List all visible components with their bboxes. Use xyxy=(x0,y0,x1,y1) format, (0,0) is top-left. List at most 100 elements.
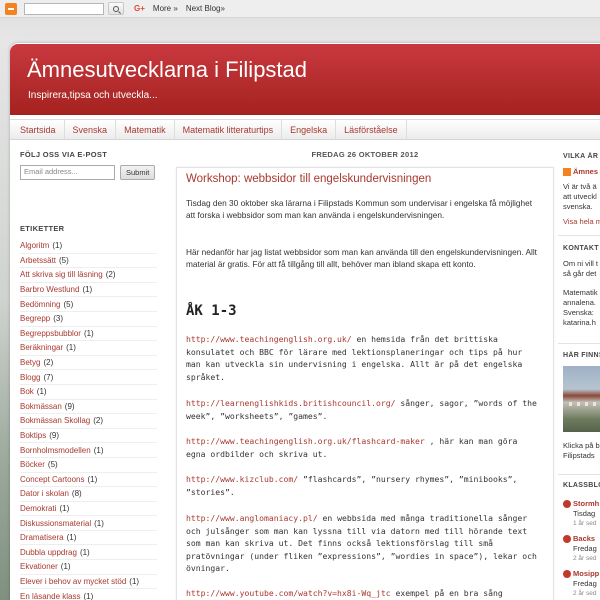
label-link[interactable]: Böcker xyxy=(20,460,45,469)
label-count: (1) xyxy=(52,241,63,251)
about-link[interactable]: Ämnes xyxy=(563,167,600,177)
labels-heading: ETIKETTER xyxy=(20,224,65,233)
entry-link[interactable]: http://www.teachingenglish.org.uk/flashc… xyxy=(186,436,425,446)
label-link[interactable]: Bokmässan Skollag xyxy=(20,416,90,425)
entry-link[interactable]: http://www.anglomaniacy.pl/ xyxy=(186,513,318,523)
label-link[interactable]: Begrepp xyxy=(20,314,50,323)
blog-link[interactable]: Mosipp xyxy=(573,569,599,578)
blog-title[interactable]: Ämnesutvecklarna i Filipstad xyxy=(27,57,307,83)
school-photo[interactable] xyxy=(563,366,600,432)
photo-caption-line: Filipstads xyxy=(563,451,595,460)
blog-description: Inspirera,tipsa och utveckla... xyxy=(28,90,158,101)
more-menu-button[interactable]: More » xyxy=(153,4,178,13)
label-list-item: Demokrati (1) xyxy=(20,502,157,517)
page-tabs: Startsida Svenska Matematik Matematik li… xyxy=(10,119,600,140)
label-count: (1) xyxy=(79,547,90,557)
submit-button[interactable]: Submit xyxy=(120,165,156,180)
entry-link[interactable]: http://www.youtube.com/watch?v=hx8i-Wq_j… xyxy=(186,588,391,598)
label-link[interactable]: En läsande klass xyxy=(20,592,80,600)
entry-link[interactable]: http://learnenglishkids.britishcouncil.o… xyxy=(186,398,396,408)
label-list-item: Diskussionsmaterial (1) xyxy=(20,516,157,531)
label-count: (1) xyxy=(66,343,76,353)
blog-favicon-icon xyxy=(563,535,571,544)
label-list-item: Arbetssätt (5) xyxy=(20,254,157,269)
label-link[interactable]: Bedömning xyxy=(20,300,60,309)
label-list-item: Bok (1) xyxy=(20,385,157,400)
label-link[interactable]: Bokmässan xyxy=(20,402,62,411)
label-list-item: Bokmässan (9) xyxy=(20,400,157,415)
label-link[interactable]: Concept Cartoons xyxy=(20,475,84,484)
label-list-item: Concept Cartoons (1) xyxy=(20,473,157,488)
tab-lasforstaelse[interactable]: Läsförståelse xyxy=(336,120,407,139)
post-entry: http://www.youtube.com/watch?v=hx8i-Wq_j… xyxy=(186,587,538,600)
label-link[interactable]: Bok xyxy=(20,387,34,396)
label-count: (1) xyxy=(93,445,104,455)
label-list-item: Dator i skolan (8) xyxy=(20,487,157,502)
label-count: (3) xyxy=(53,314,64,324)
label-link[interactable]: Att skriva sig till läsning xyxy=(20,270,103,279)
label-list-item: Blogg (7) xyxy=(20,370,157,385)
label-list-item: Barbro Westlund (1) xyxy=(20,283,157,298)
label-link[interactable]: Bornholmsmodellen xyxy=(20,446,91,455)
label-link[interactable]: Boktips xyxy=(20,431,46,440)
follow-heading: FÖLJ OSS VIA E-POST xyxy=(20,150,108,159)
label-link[interactable]: Algoritm xyxy=(20,241,49,250)
blog-age: 2 år sed xyxy=(573,590,597,597)
navbar-search-button[interactable] xyxy=(108,2,124,15)
tab-matematik[interactable]: Matematik xyxy=(116,120,175,139)
tab-startsida[interactable]: Startsida xyxy=(10,120,65,139)
blog-list-item: Stormh Tisdag 1 år sed xyxy=(563,499,600,529)
blog-link[interactable]: Backs xyxy=(573,534,595,543)
label-count: (1) xyxy=(94,518,104,528)
label-link[interactable]: Dator i skolan xyxy=(20,489,69,498)
label-list-item: Dubbla uppdrag (1) xyxy=(20,545,157,561)
label-link[interactable]: Betyg xyxy=(20,358,40,367)
entry-link[interactable]: http://www.kizclub.com/ xyxy=(186,474,298,484)
label-link[interactable]: Ekvationer xyxy=(20,562,58,571)
section-heading: ÅK 1-3 xyxy=(186,303,237,319)
blog-link[interactable]: Stormh xyxy=(573,499,599,508)
contact-line: Svenska: xyxy=(563,308,594,317)
labels-list: Algoritm (1) Arbetssätt (5) Att skriva sig t… xyxy=(20,239,157,600)
photo-widget-heading: HÄR FINNS xyxy=(563,351,600,361)
label-list-item: Beräkningar (1) xyxy=(20,341,157,356)
contact-heading: KONTAKT xyxy=(563,245,599,252)
label-link[interactable]: Blogg xyxy=(20,373,40,382)
label-count: (1) xyxy=(82,285,93,295)
blog-date: Fredag xyxy=(573,579,597,588)
label-count: (1) xyxy=(36,387,47,397)
post-entry: http://www.teachingenglish.org.uk/flashc… xyxy=(186,435,538,460)
label-list-item: Ekvationer (1) xyxy=(20,560,157,575)
label-link[interactable]: Diskussionsmaterial xyxy=(20,519,91,528)
label-link[interactable]: Begreppsbubblor xyxy=(20,329,81,338)
tab-matematik-litteraturtips[interactable]: Matematik litteraturtips xyxy=(175,120,283,139)
label-link[interactable]: Dramatisera xyxy=(20,533,64,542)
show-full-profile-link[interactable]: Visa hela m xyxy=(563,217,600,227)
post-listing-paragraph: Här nedanför har jag listat webbsidor so… xyxy=(186,247,537,269)
email-subscribe-form: Email address... Submit xyxy=(20,165,157,180)
class-blogs-heading: KLASSBLO xyxy=(563,482,600,489)
post-entry: http://www.kizclub.com/ ”flashcards”, ”n… xyxy=(186,473,538,498)
navbar-search-input[interactable] xyxy=(24,2,104,15)
label-link[interactable]: Dubbla uppdrag xyxy=(20,548,77,557)
tab-engelska[interactable]: Engelska xyxy=(282,120,337,139)
label-list-item: Elever i behov av mycket stöd (1) xyxy=(20,575,157,590)
label-link[interactable]: Beräkningar xyxy=(20,343,63,352)
google-plus-button[interactable]: G+ xyxy=(134,4,145,13)
email-field[interactable]: Email address... xyxy=(20,165,115,180)
blogger-logo-icon[interactable] xyxy=(5,2,17,15)
post-entry: http://www.anglomaniacy.pl/ en webbsida … xyxy=(186,512,538,575)
label-list-item: Boktips (9) xyxy=(20,429,157,444)
label-list-item: Algoritm (1) xyxy=(20,239,157,254)
label-link[interactable]: Arbetssätt xyxy=(20,256,56,265)
label-link[interactable]: Elever i behov av mycket stöd xyxy=(20,577,126,586)
label-link[interactable]: Barbro Westlund xyxy=(20,285,79,294)
post-title[interactable]: Workshop: webbsidor till engelskundervis… xyxy=(186,173,431,185)
blog-favicon-icon xyxy=(563,570,571,579)
label-link[interactable]: Demokrati xyxy=(20,504,56,513)
tab-svenska[interactable]: Svenska xyxy=(65,120,117,139)
entry-link[interactable]: http://www.teachingenglish.org.uk/ xyxy=(186,334,352,344)
next-blog-link[interactable]: Next Blog» xyxy=(186,4,225,13)
photo-heading: HÄR FINNS xyxy=(563,352,600,359)
contact-line: annalena. xyxy=(563,298,596,307)
